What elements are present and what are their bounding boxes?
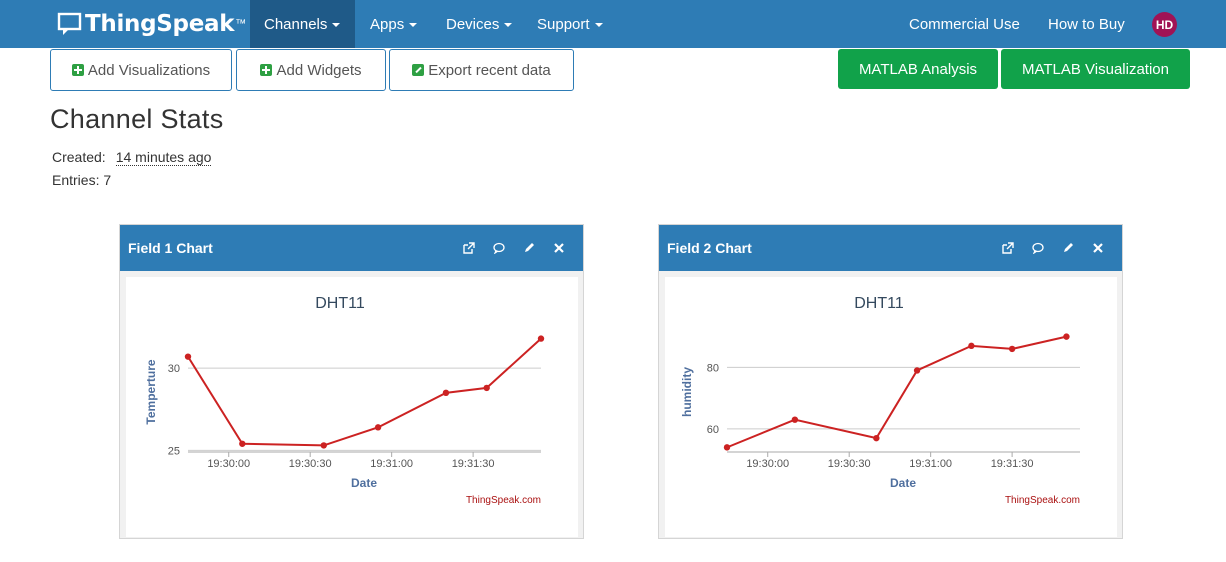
y-axis-label: Temperture: [144, 359, 158, 424]
add-widgets-button[interactable]: Add Widgets: [236, 49, 386, 91]
nav-apps[interactable]: Apps: [356, 0, 431, 48]
x-tick-label: 19:31:00: [909, 458, 952, 470]
matlab-analysis-label: MATLAB Analysis: [858, 60, 978, 78]
page-title: Channel Stats: [50, 104, 224, 134]
export-recent-data-label: Export recent data: [428, 61, 551, 79]
matlab-analysis-button[interactable]: MATLAB Analysis: [838, 49, 998, 89]
export-recent-data-button[interactable]: Export recent data: [389, 49, 574, 91]
add-visualizations-button[interactable]: Add Visualizations: [50, 49, 232, 91]
add-widgets-label: Add Widgets: [276, 61, 362, 79]
external-link-icon[interactable]: [1002, 242, 1014, 254]
x-axis-label: Date: [351, 476, 377, 490]
brand-name: ThingSpeak: [85, 11, 235, 37]
data-point: [968, 342, 975, 350]
data-point: [483, 384, 490, 392]
nav-support-label: Support: [537, 15, 590, 33]
chart-area: DHT11 60 80 19:30:00 19:30:30 19:31:00 19:31:3…: [665, 277, 1117, 537]
x-tick-label: 19:30:00: [207, 458, 250, 470]
matlab-visualization-label: MATLAB Visualization: [1021, 60, 1169, 78]
entries-value: 7: [103, 172, 112, 188]
top-navbar: ThingSpeak ™ Channels Apps Devices Suppor…: [0, 0, 1226, 48]
comment-icon[interactable]: [493, 242, 505, 254]
x-tick-label: 19:31:00: [370, 458, 413, 470]
chevron-down-icon: [332, 23, 341, 27]
matlab-visualization-button[interactable]: MATLAB Visualization: [1001, 49, 1190, 89]
series-line: [726, 335, 1067, 449]
brand-logo[interactable]: ThingSpeak ™: [57, 8, 246, 40]
chat-bubble-icon: [57, 12, 82, 35]
nav-devices[interactable]: Devices: [432, 0, 526, 48]
plus-square-icon: [260, 64, 273, 76]
data-point: [184, 353, 192, 360]
x-tick-label: 19:30:30: [828, 458, 871, 470]
data-point: [537, 335, 545, 342]
export-icon: [412, 64, 425, 76]
panel-title: Field 2 Chart: [667, 240, 752, 256]
field-2-chart-panel: Field 2 Chart DHT11 60 80 19:30:00 19:30:30 1…: [658, 224, 1123, 539]
nav-commercial-use-label: Commercial Use: [909, 15, 1020, 33]
x-tick-label: 19:31:30: [991, 458, 1034, 470]
series-line: [187, 337, 542, 447]
nav-how-to-buy[interactable]: How to Buy: [1034, 0, 1139, 48]
data-point: [1008, 345, 1016, 353]
y-tick-label: 25: [168, 445, 180, 457]
field-1-chart-panel: Field 1 Chart DHT11 25 30 19:30:00 19:30:30 1…: [119, 224, 584, 539]
nav-support[interactable]: Support: [523, 0, 617, 48]
x-tick-label: 19:31:30: [452, 458, 495, 470]
pencil-icon[interactable]: [523, 242, 535, 254]
close-icon[interactable]: [553, 242, 565, 254]
pencil-icon[interactable]: [1062, 242, 1074, 254]
y-axis-label: humidity: [680, 367, 694, 417]
data-point: [913, 367, 921, 374]
data-point: [723, 444, 731, 451]
field-2-line-chart: DHT11 60 80 19:30:00 19:30:30 19:31:00 19:31:3…: [680, 295, 1080, 506]
chart-area: DHT11 25 30 19:30:00 19:30:30 19:31:00 19:31:3…: [126, 277, 578, 537]
entries-stat: Entries: 7: [52, 172, 111, 188]
chevron-down-icon: [594, 23, 603, 27]
add-visualizations-label: Add Visualizations: [87, 61, 211, 79]
created-stat: Created: 14 minutes ago: [52, 149, 212, 166]
trademark-mark: ™: [235, 18, 247, 30]
chart-title: DHT11: [315, 295, 365, 312]
panel-title: Field 1 Chart: [128, 240, 213, 256]
created-value: 14 minutes ago: [115, 149, 212, 166]
comment-icon[interactable]: [1032, 242, 1044, 254]
nav-channels-label: Channels: [264, 15, 328, 33]
chart-credit: ThingSpeak.com: [1005, 495, 1080, 506]
chevron-down-icon: [409, 23, 418, 27]
nav-commercial-use[interactable]: Commercial Use: [895, 0, 1034, 48]
close-icon[interactable]: [1092, 242, 1104, 254]
data-point: [320, 442, 327, 449]
created-label: Created:: [52, 149, 106, 165]
y-tick-label: 30: [168, 363, 180, 375]
user-avatar[interactable]: HD: [1152, 12, 1177, 37]
nav-devices-label: Devices: [446, 15, 500, 33]
data-point: [791, 416, 799, 423]
panel-tools: [463, 225, 565, 271]
panel-tools: [1002, 225, 1104, 271]
chart-credit: ThingSpeak.com: [466, 495, 541, 506]
y-tick-label: 60: [707, 424, 719, 436]
data-point: [374, 424, 382, 431]
data-point: [873, 434, 880, 442]
plus-square-icon: [71, 64, 84, 76]
x-tick-label: 19:30:30: [289, 458, 332, 470]
chart-title: DHT11: [854, 295, 904, 312]
data-point: [442, 389, 450, 397]
y-tick-label: 80: [707, 362, 719, 374]
external-link-icon[interactable]: [463, 242, 475, 254]
nav-channels[interactable]: Channels: [250, 0, 355, 48]
data-point: [239, 440, 246, 447]
nav-apps-label: Apps: [370, 15, 405, 33]
nav-how-to-buy-label: How to Buy: [1048, 15, 1125, 33]
panel-header: Field 2 Chart: [659, 225, 1122, 271]
data-point: [1063, 333, 1070, 340]
x-tick-label: 19:30:00: [746, 458, 789, 470]
entries-label: Entries:: [52, 172, 100, 188]
chevron-down-icon: [504, 23, 513, 27]
field-1-line-chart: DHT11 25 30 19:30:00 19:30:30 19:31:00 19:31:3…: [144, 295, 545, 506]
x-axis-label: Date: [890, 476, 916, 490]
panel-header: Field 1 Chart: [120, 225, 583, 271]
